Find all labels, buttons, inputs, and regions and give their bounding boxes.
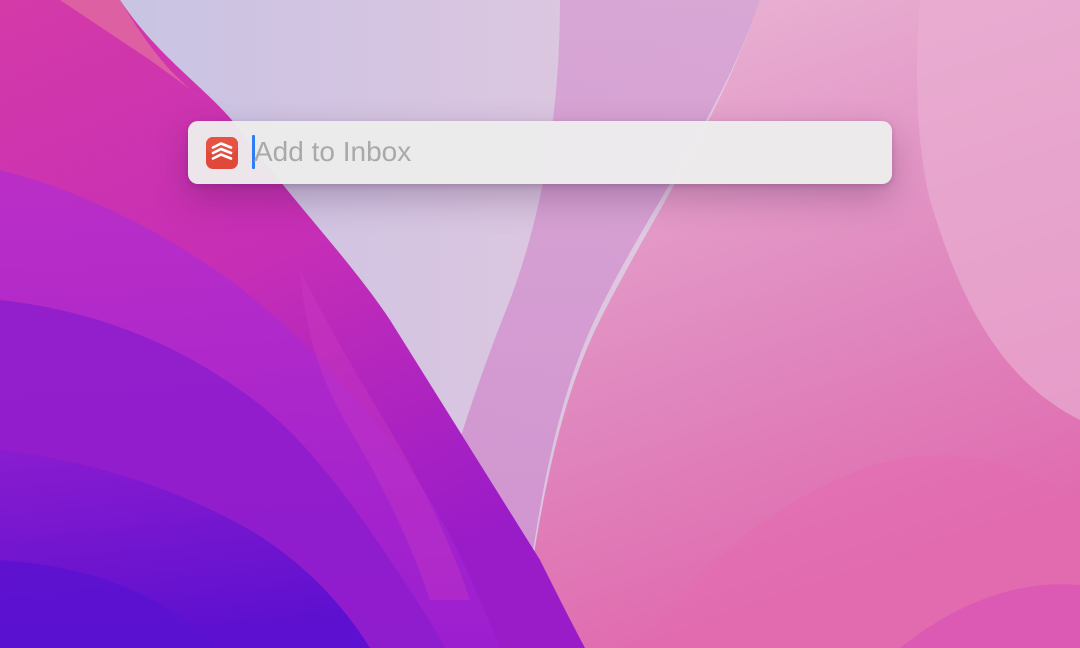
quick-add-bar[interactable] [188, 121, 892, 184]
todoist-icon [206, 137, 238, 169]
desktop-wallpaper [0, 0, 1080, 648]
desktop [0, 0, 1080, 648]
add-task-input[interactable] [254, 131, 874, 173]
